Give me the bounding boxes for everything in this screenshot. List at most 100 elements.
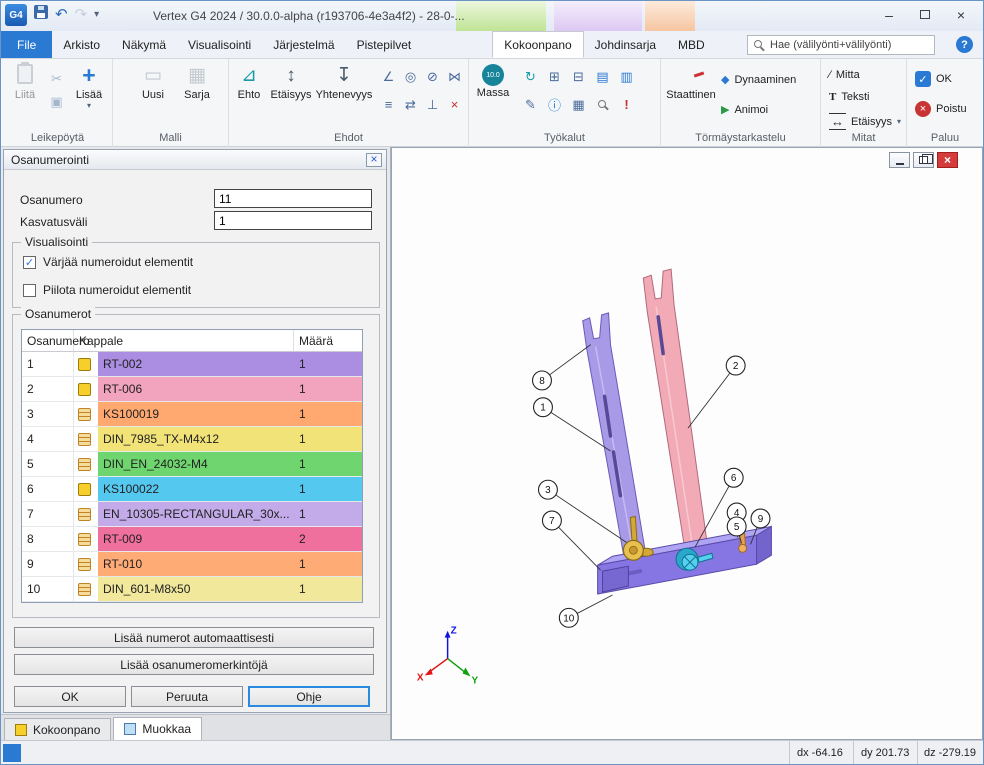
panel-tab-muokkaa[interactable]: Muokkaa (113, 717, 202, 740)
menu-tab-arkisto[interactable]: Arkisto (52, 31, 111, 58)
search-box[interactable]: Hae (välilyönti+välilyönti) (747, 35, 935, 55)
menu-tab-file[interactable]: File (1, 31, 52, 58)
insert-button[interactable]: + Lisää ▾ (69, 64, 109, 109)
table-row[interactable]: 9RT-0101 (22, 552, 362, 577)
cell-maara: 1 (294, 452, 362, 476)
measure-button[interactable]: ∕ Mitta (829, 69, 860, 81)
table-row[interactable]: 8RT-0092 (22, 527, 362, 552)
qat-customize-button[interactable]: ▾ (94, 4, 99, 26)
parts-table-body: 1RT-00212RT-00613KS10001914DIN_7985_TX-M… (22, 352, 362, 602)
redo-button[interactable]: ↷ (75, 4, 88, 26)
balloon-10[interactable]: 10 (559, 608, 578, 627)
info-tool-button[interactable]: ⓘ (545, 95, 564, 114)
structure-tool-button[interactable]: ⊞ (545, 67, 564, 86)
table-row[interactable]: 3KS1000191 (22, 402, 362, 427)
mass-button[interactable]: 10.0 Massa (473, 64, 513, 99)
balloon-2[interactable]: 2 (726, 356, 745, 375)
part-number-input[interactable] (214, 189, 372, 208)
save-button[interactable] (34, 4, 48, 26)
help-dialog-button[interactable]: Ohje (248, 686, 370, 707)
viewport-close-button[interactable]: × (937, 152, 958, 168)
release-constraint-button[interactable]: × (445, 95, 464, 114)
grid-tool-button[interactable]: ▦ (569, 95, 588, 114)
table-row[interactable]: 6KS1000221 (22, 477, 362, 502)
zoom-tool-button[interactable] (593, 95, 612, 114)
menu-tab-järjestelmä[interactable]: Järjestelmä (262, 31, 345, 58)
ok-button[interactable]: OK (14, 686, 126, 707)
balloon-1[interactable]: 1 (534, 398, 553, 417)
viewport-canvas[interactable]: Z X Y 12345678910 (392, 148, 982, 739)
table-row[interactable]: 5DIN_EN_24032-M41 (22, 452, 362, 477)
menu-tab-pistepilvet[interactable]: Pistepilvet (346, 31, 423, 58)
text-tool-button[interactable]: T Teksti (829, 91, 869, 103)
menu-tab-kokoonpano[interactable]: Kokoonpano (492, 31, 583, 58)
colorize-checkbox[interactable]: ✓ (23, 256, 36, 269)
series-button[interactable]: ▦ Sarja (177, 64, 217, 101)
angle-constraint-icon: ∠ (383, 69, 395, 85)
perpendicular-constraint-button[interactable]: ⊥ (423, 95, 442, 114)
panel-tab-kokoonpano[interactable]: Kokoonpano (4, 718, 111, 740)
table-row[interactable]: 1RT-0021 (22, 352, 362, 377)
symmetry-constraint-button[interactable]: ⇄ (401, 95, 420, 114)
balloon-6[interactable]: 6 (724, 468, 743, 487)
distance-dim-button[interactable]: ↔ Etäisyys ▾ (829, 113, 901, 130)
copy-button[interactable]: ▣ (47, 92, 66, 111)
viewport-minimize-button[interactable] (889, 152, 910, 168)
dialog-titlebar[interactable]: Osanumerointi × (4, 150, 386, 170)
distance-constraint-button[interactable]: ↕ Etäisyys (269, 64, 313, 101)
ok-ribbon-button[interactable]: ✓ OK (915, 71, 952, 87)
app-logo[interactable]: G4 (5, 4, 27, 26)
menu-tab-visualisointi[interactable]: Visualisointi (177, 31, 262, 58)
balloon-5[interactable]: 5 (727, 517, 746, 536)
balloon-7[interactable]: 7 (542, 511, 561, 530)
menu-tab-mbd[interactable]: MBD (667, 31, 716, 58)
new-button[interactable]: ▭ Uusi (133, 64, 173, 101)
undo-button[interactable]: ↶ (55, 4, 68, 26)
panel-columns-button[interactable]: ▥ (617, 67, 636, 86)
fasten-constraint-button[interactable]: ⋈ (445, 67, 464, 86)
part-arm-right[interactable] (643, 269, 707, 550)
cancel-button[interactable]: Peruuta (131, 686, 243, 707)
model-viewport[interactable]: × (391, 147, 983, 740)
menu-tab-näkymä[interactable]: Näkymä (111, 31, 177, 58)
table-row[interactable]: 7EN_10305-RECTANGULAR_30x...1 (22, 502, 362, 527)
maximize-button[interactable] (907, 1, 943, 28)
hide-checkbox-row[interactable]: Piilota numeroidut elementit (23, 283, 191, 297)
table-row[interactable]: 2RT-0061 (22, 377, 362, 402)
tangent-constraint-button[interactable]: ⊘ (423, 67, 442, 86)
dynamic-collision-button[interactable]: ◆ Dynaaminen (721, 73, 796, 86)
table-row[interactable]: 4DIN_7985_TX-M4x121 (22, 427, 362, 452)
alert-tool-button[interactable]: ! (617, 95, 636, 114)
paste-button[interactable]: Liitä (5, 64, 45, 101)
static-collision-button[interactable]: Staattinen (667, 64, 715, 101)
angle-constraint-button[interactable]: ∠ (379, 67, 398, 86)
dialog-close-button[interactable]: × (366, 153, 382, 167)
animate-collision-button[interactable]: ▶ Animoi (721, 103, 768, 116)
add-labels-button[interactable]: Lisää osanumeromerkintöjä (14, 654, 374, 675)
edit-tool-button[interactable]: ✎ (521, 95, 540, 114)
table-row[interactable]: 10DIN_601-M8x501 (22, 577, 362, 602)
close-button[interactable]: × (943, 1, 979, 28)
exit-ribbon-button[interactable]: × Poistu (915, 101, 967, 117)
minimize-button[interactable]: – (871, 1, 907, 28)
constraint-button[interactable]: ⊿ Ehto (231, 64, 267, 101)
assembly-model[interactable] (583, 269, 772, 594)
menu-tab-johdinsarja[interactable]: Johdinsarja (584, 31, 667, 58)
coincidence-button[interactable]: ↧ Yhtenevyys (313, 64, 375, 101)
add-numbers-button[interactable]: Lisää numerot automaattisesti (14, 627, 374, 648)
increment-input[interactable] (214, 211, 372, 230)
balloon-8[interactable]: 8 (533, 371, 552, 390)
hide-checkbox[interactable] (23, 284, 36, 297)
help-button[interactable]: ? (956, 36, 973, 53)
concentric-constraint-button[interactable]: ◎ (401, 67, 420, 86)
cut-button[interactable]: ✂ (47, 69, 66, 88)
ok-check-icon: ✓ (915, 71, 931, 87)
balloon-3[interactable]: 3 (539, 480, 558, 499)
layout-tool-button[interactable]: ⊟ (569, 67, 588, 86)
panel-left-button[interactable]: ▤ (593, 67, 612, 86)
parallel-constraint-button[interactable]: ≡ (379, 95, 398, 114)
viewport-restore-button[interactable] (913, 152, 934, 168)
refresh-tool-button[interactable]: ↻ (521, 67, 540, 86)
balloon-9[interactable]: 9 (751, 509, 770, 528)
colorize-checkbox-row[interactable]: ✓ Värjää numeroidut elementit (23, 255, 193, 269)
